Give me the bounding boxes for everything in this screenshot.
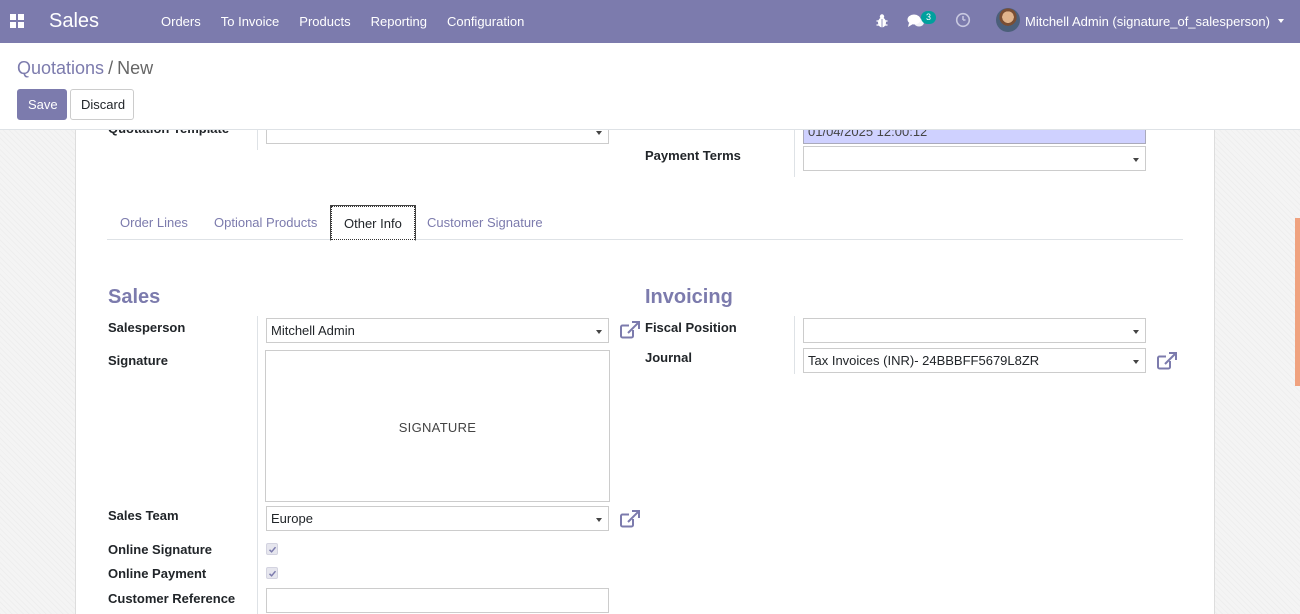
divider <box>257 130 258 150</box>
menu-item-configuration[interactable]: Configuration <box>437 0 534 43</box>
app-brand[interactable]: Sales <box>49 10 99 33</box>
signature-placeholder: SIGNATURE <box>398 420 477 435</box>
salesperson-field[interactable]: Mitchell Admin <box>266 318 609 343</box>
signature-label: Signature <box>108 353 168 368</box>
user-menu-name[interactable]: Mitchell Admin (signature_of_salesperson… <box>1025 14 1270 29</box>
bug-icon[interactable] <box>876 13 888 29</box>
online-payment-checkbox[interactable] <box>266 567 278 579</box>
menu-item-to-invoice[interactable]: To Invoice <box>211 0 290 43</box>
control-panel: Quotations / New Save Discard <box>0 43 1300 130</box>
sales-group-title: Sales <box>108 286 161 308</box>
top-navbar: Sales Orders To Invoice Products Reporti… <box>0 0 1300 43</box>
apps-grid-icon[interactable] <box>10 14 24 28</box>
clock-icon[interactable] <box>955 12 971 28</box>
divider <box>257 316 258 614</box>
fiscal-position-label: Fiscal Position <box>645 320 737 335</box>
menu-item-reporting[interactable]: Reporting <box>361 0 437 43</box>
invoicing-group-title: Invoicing <box>645 286 733 308</box>
online-signature-checkbox[interactable] <box>266 543 278 555</box>
checkmark-icon <box>268 570 277 577</box>
main-menu: Orders To Invoice Products Reporting Con… <box>151 0 534 43</box>
breadcrumb-separator: / <box>108 58 114 78</box>
external-link-icon[interactable] <box>620 321 640 339</box>
tab-optional-products[interactable]: Optional Products <box>201 205 330 240</box>
sales-team-field[interactable]: Europe <box>266 506 609 531</box>
discard-button[interactable]: Discard <box>70 89 134 120</box>
checkmark-icon <box>268 546 277 553</box>
online-signature-label: Online Signature <box>108 542 213 557</box>
breadcrumb: Quotations / New <box>17 58 153 79</box>
notebook-tabs: Order Lines Optional Products Other Info… <box>107 205 1183 241</box>
tab-other-info[interactable]: Other Info <box>330 205 416 241</box>
tab-order-lines[interactable]: Order Lines <box>107 205 201 240</box>
menu-item-orders[interactable]: Orders <box>151 0 211 43</box>
tab-customer-signature[interactable]: Customer Signature <box>414 205 556 240</box>
journal-label: Journal <box>645 350 692 365</box>
chat-count-badge: 3 <box>921 11 936 24</box>
external-link-icon[interactable] <box>1157 352 1177 370</box>
divider <box>794 130 795 177</box>
salesperson-label: Salesperson <box>108 320 186 335</box>
user-menu-chevron-down-icon[interactable] <box>1278 19 1284 23</box>
breadcrumb-current: New <box>117 58 154 78</box>
save-button[interactable]: Save <box>17 89 67 120</box>
customer-reference-input[interactable] <box>266 588 609 613</box>
external-link-icon[interactable] <box>620 510 640 528</box>
customer-reference-label: Customer Reference <box>108 591 236 606</box>
signature-pad[interactable]: SIGNATURE <box>265 350 610 502</box>
fiscal-position-field[interactable] <box>803 318 1146 343</box>
scrollbar-thumb[interactable] <box>1295 218 1300 386</box>
payment-terms-label: Payment Terms <box>645 148 741 163</box>
sales-team-label: Sales Team <box>108 508 179 523</box>
breadcrumb-quotations-link[interactable]: Quotations <box>17 58 104 78</box>
online-payment-label: Online Payment <box>108 566 207 581</box>
avatar[interactable] <box>996 8 1020 32</box>
divider <box>794 316 795 374</box>
menu-item-products[interactable]: Products <box>289 0 360 43</box>
journal-field[interactable]: Tax Invoices (INR)- 24BBBFF5679L8ZR <box>803 348 1146 373</box>
payment-terms-field[interactable] <box>803 146 1146 171</box>
